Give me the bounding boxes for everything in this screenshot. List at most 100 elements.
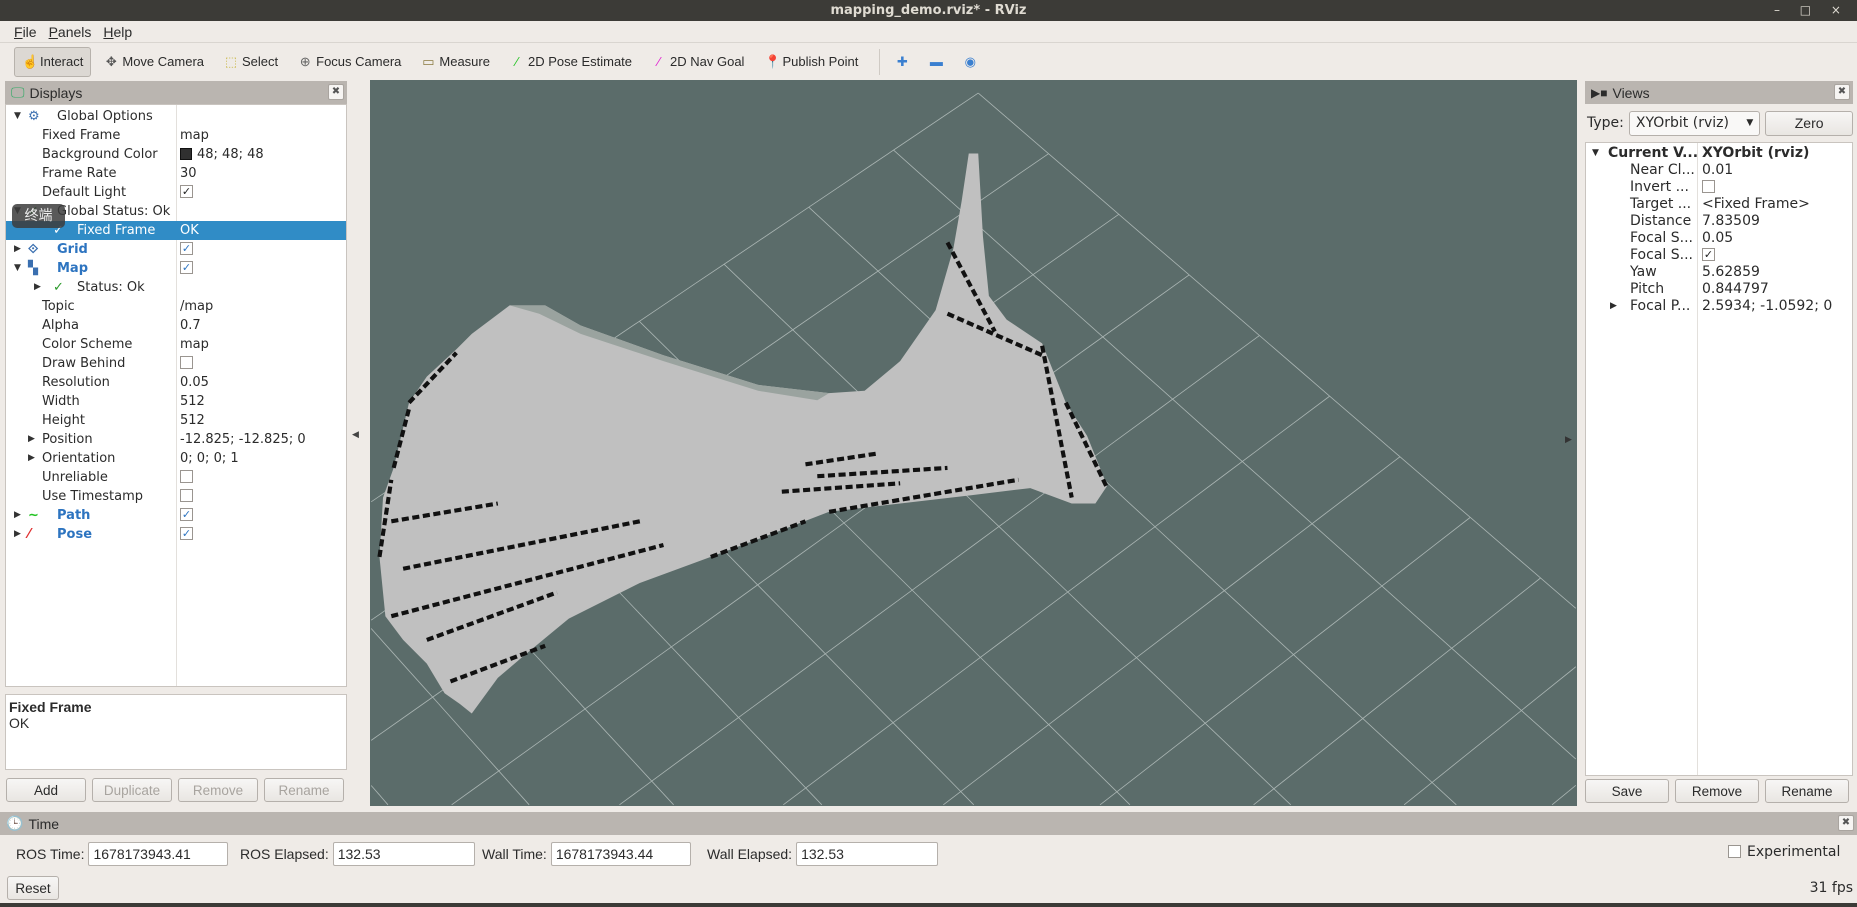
tree-row-resolution[interactable]: Resolution 0.05 [6,373,346,392]
tree-row-position[interactable]: ▶ Position -12.825; -12.825; 0 [6,430,346,449]
row-value[interactable]: ✓ [180,183,193,202]
field-input[interactable]: 1678173943.44 [550,842,691,866]
rename-view-button[interactable]: Rename [1765,779,1849,803]
row-value[interactable]: ✓ [180,240,193,259]
expand-arrow-icon[interactable]: ▼ [14,259,21,278]
tool-interact[interactable]: ☝ Interact [14,46,92,77]
tree-row-draw-behind[interactable]: Draw Behind [6,354,346,373]
checkbox[interactable]: ✓ [180,508,193,521]
tool-measure[interactable]: ▭ Measure [414,47,497,77]
grid-line [943,791,961,806]
view-prop-row[interactable]: Yaw 5.62859 [1586,264,1852,281]
expand-arrow-icon[interactable]: ▼ [1592,145,1599,162]
tool-2d-pose-estimate[interactable]: ⁄ 2D Pose Estimate [503,47,639,77]
remove-view-button[interactable]: Remove [1675,779,1759,803]
eye-button[interactable]: ◉ [956,47,984,77]
experimental-checkbox[interactable] [1728,844,1741,858]
collapse-arrow-icon[interactable]: ▶ [28,430,35,449]
tool-focus-camera[interactable]: ⊕ Focus Camera [291,47,408,77]
collapse-right-handle[interactable]: ▶ [1565,435,1572,445]
view-prop-row[interactable]: Near Cl... 0.01 [1586,162,1852,179]
view-prop-row[interactable]: Pitch 0.844797 [1586,281,1852,298]
tree-row-pose[interactable]: ▶ ⁄ Pose ✓ [6,525,346,544]
checkbox[interactable]: ✓ [180,261,193,274]
add-display-button[interactable]: Add [6,778,86,802]
tree-row-background-color[interactable]: Background Color 48; 48; 48 [6,145,346,164]
row-value[interactable] [180,468,193,487]
window-controls[interactable]: – □ × [1774,0,1849,21]
tree-row-status-ok[interactable]: ▶ ✓ Status: Ok [6,278,346,297]
tree-row-global-options[interactable]: ▼ ⚙ Global Options [6,107,346,126]
menu-help[interactable]: Help [103,24,132,40]
collapse-arrow-icon[interactable]: ▶ [14,240,21,259]
view-prop-value[interactable] [1702,179,1715,196]
row-value[interactable]: ✓ [180,525,193,544]
checkbox[interactable]: ✓ [180,527,193,540]
tool-select[interactable]: ⬚ Select [217,47,285,77]
collapse-arrow-icon[interactable]: ▶ [34,278,41,297]
save-view-button[interactable]: Save [1585,779,1669,803]
reset-button[interactable]: Reset [7,876,59,900]
collapse-left-handle[interactable]: ◀ [352,430,359,440]
tree-row-path[interactable]: ▶ ∼ Path ✓ [6,506,346,525]
collapse-arrow-icon[interactable]: ▶ [14,506,21,525]
3d-viewport[interactable] [370,80,1577,806]
tree-row-width[interactable]: Width 512 [6,392,346,411]
view-type-select[interactable]: XYOrbit (rviz) ▼ [1628,110,1761,136]
plus-button[interactable]: ✚ [888,47,916,77]
tool-move-camera[interactable]: ✥ Move Camera [97,47,211,77]
collapse-arrow-icon[interactable]: ▶ [14,525,21,544]
view-prop-value[interactable]: ✓ [1702,247,1715,264]
view-prop-row[interactable]: ▼ Current V... XYOrbit (rviz) [1586,145,1852,162]
checkbox[interactable] [1702,179,1715,193]
view-prop-row[interactable]: Focal S... 0.05 [1586,230,1852,247]
view-prop-row[interactable]: Distance 7.83509 [1586,213,1852,230]
view-prop-row[interactable]: Target ... <Fixed Frame> [1586,196,1852,213]
menu-file[interactable]: File [14,24,37,40]
checkbox[interactable] [180,356,193,369]
tree-row-color-scheme[interactable]: Color Scheme map [6,335,346,354]
minus-button[interactable]: ▬ [922,47,950,77]
checkbox[interactable]: ✓ [180,242,193,255]
grid-line [1183,477,1221,506]
experimental-toggle[interactable]: Experimental [1728,844,1840,860]
tree-row-default-light[interactable]: Default Light ✓ [6,183,346,202]
tree-row-topic[interactable]: Topic/map [6,297,346,316]
tree-row-frame-rate[interactable]: Frame Rate 30 [6,164,346,183]
checkbox[interactable] [180,489,193,502]
row-value[interactable]: ✓ [180,506,193,525]
tool-publish-point[interactable]: 📍 Publish Point [757,47,865,77]
tree-row-height[interactable]: Height 512 [6,411,346,430]
checkbox[interactable]: ✓ [1702,247,1715,261]
field-input[interactable]: 132.53 [332,842,475,866]
grid-line [781,318,811,347]
field-input[interactable]: 1678173943.41 [88,842,229,866]
grid-line [1433,517,1471,547]
view-prop-row[interactable]: Invert ... [1586,179,1852,196]
tree-row-map[interactable]: ▼ ▚ Map ✓ [6,259,346,278]
menu-panels[interactable]: Panels [49,24,92,40]
collapse-arrow-icon[interactable]: ▶ [1610,298,1617,315]
checkbox[interactable] [180,470,193,483]
view-prop-row[interactable]: ▶ Focal P... 2.5934; -1.0592; 0 [1586,298,1852,315]
row-value[interactable] [180,487,193,506]
row-value[interactable] [180,354,193,373]
tree-row-fixed-frame[interactable]: Fixed Frame map [6,126,346,145]
checkbox[interactable]: ✓ [180,185,193,198]
zero-button[interactable]: Zero [1765,110,1853,136]
tree-row-unreliable[interactable]: Unreliable [6,468,346,487]
close-time-button[interactable]: ✖ [1838,815,1854,831]
row-value[interactable]: ✓ [180,259,193,278]
view-prop-row[interactable]: Focal S... ✓ [1586,247,1852,264]
tree-row-orientation[interactable]: ▶ Orientation 0; 0; 0; 1 [6,449,346,468]
close-displays-button[interactable]: ✖ [328,84,344,100]
tool-2d-nav-goal[interactable]: ⁄ 2D Nav Goal [645,47,751,77]
tree-row-grid[interactable]: ▶ ⟐ Grid ✓ [6,240,346,259]
grid-line [835,275,872,301]
field-input[interactable]: 132.53 [796,842,939,866]
collapse-arrow-icon[interactable]: ▶ [28,449,35,468]
close-views-button[interactable]: ✖ [1834,84,1850,100]
tree-row-alpha[interactable]: Alpha 0.7 [6,316,346,335]
tree-row-use-timestamp[interactable]: Use Timestamp [6,487,346,506]
expand-arrow-icon[interactable]: ▼ [14,107,21,126]
